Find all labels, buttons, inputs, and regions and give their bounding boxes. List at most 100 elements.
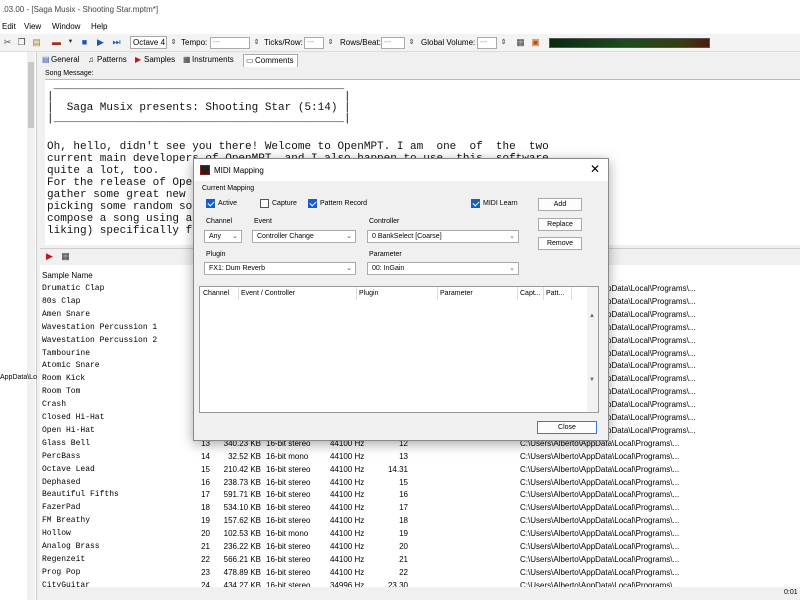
menu-edit[interactable]: Edit	[2, 22, 16, 31]
tree-scroll-thumb[interactable]	[28, 62, 34, 128]
event-select[interactable]: Controller Change ⌄	[252, 230, 356, 243]
pattern-record-checkbox[interactable]	[308, 199, 317, 208]
plugin-select[interactable]: FX1: Dum Reverb ⌄	[204, 262, 356, 275]
midi-learn-checkbox[interactable]	[471, 199, 480, 208]
table-row[interactable]: Dephased 16 238.73 KB 16-bit stereo 44100 Hz…	[40, 476, 800, 489]
table-row[interactable]: PercBass 14 32.52 KB 16-bit mono 44100 Hz 13 C…	[40, 450, 800, 463]
tab-general[interactable]: ▤General	[40, 54, 82, 67]
add-button[interactable]: Add	[538, 198, 582, 211]
table-row[interactable]: Regenzeit 22 566.21 KB 16-bit stereo 44100 H…	[40, 553, 800, 566]
sample-size-cell: 236.22 KB	[223, 542, 261, 551]
stop-icon[interactable]: ■	[79, 37, 90, 48]
mapping-list[interactable]: Channel Event / Controller Plugin Parame…	[199, 286, 599, 413]
table-row[interactable]: Beautiful Fifths 17 591.71 KB 16-bit stereo…	[40, 488, 800, 501]
sound-card-icon[interactable]: ▣	[530, 37, 541, 48]
close-button[interactable]: Close	[537, 421, 597, 434]
music-note-icon: ♫	[88, 55, 94, 64]
editor-tabs: ▤General ♫ Patterns ▶ Samples ▦Instruments…	[40, 53, 800, 67]
tab-patterns[interactable]: ♫ Patterns	[86, 54, 130, 67]
active-checkbox[interactable]	[206, 199, 215, 208]
channel-select[interactable]: Any ⌄	[204, 230, 242, 243]
table-row[interactable]: FM Breathy 19 157.62 KB 16-bit stereo 44100 …	[40, 514, 800, 527]
sample-num-cell: 19	[201, 516, 210, 526]
play-pattern-icon[interactable]: ⏭	[111, 37, 122, 48]
tab-comments[interactable]: ▭Comments	[243, 54, 298, 67]
col-parameter[interactable]: Parameter	[440, 290, 473, 297]
sample-size-cell: 478.89 KB	[223, 567, 261, 577]
comment-icon: ▭	[246, 56, 254, 65]
tempo-spin-icon[interactable]: ⇕	[251, 37, 262, 48]
tab-samples[interactable]: ▶ Samples	[133, 54, 178, 67]
dropdown-arrow-icon[interactable]: ▼	[65, 37, 76, 48]
col-capture[interactable]: Capt...	[520, 290, 541, 297]
menu-help[interactable]: Help	[91, 22, 107, 31]
chevron-down-icon: ⌄	[346, 233, 352, 240]
mapping-list-scrollbar[interactable]: ▲ ▼	[587, 287, 598, 412]
sample-rate-cell: 44100 Hz	[330, 477, 365, 487]
volume-spin-icon[interactable]: ⇕	[498, 37, 509, 48]
remove-button[interactable]: Remove	[538, 237, 582, 250]
parameter-value: 00: InGain	[372, 265, 405, 272]
chevron-down-icon: ⌄	[509, 265, 515, 272]
tab-general-label: General	[51, 55, 80, 64]
sample-rate-cell: 44100 Hz	[330, 451, 365, 461]
rows-beat-field[interactable]: ---	[381, 37, 405, 49]
sample-name-cell: Closed Hi-Hat	[42, 413, 105, 422]
parameter-select[interactable]: 00: InGain ⌄	[367, 262, 519, 275]
table-row[interactable]: Analog Brass 21 236.22 KB 16-bit stereo 4410…	[40, 540, 800, 553]
col-event-controller[interactable]: Event / Controller	[241, 290, 295, 297]
table-row[interactable]: FazerPad 18 534.10 KB 16-bit stereo 44100 Hz…	[40, 501, 800, 514]
sample-rate-cell: 44100 Hz	[330, 516, 365, 526]
tempo-field[interactable]: ---	[210, 37, 250, 49]
sample-num-cell: 16	[201, 477, 210, 487]
sample-size-cell: 157.62 KB	[223, 516, 261, 526]
tab-instruments[interactable]: ▦Instruments	[181, 54, 237, 67]
scroll-up-icon[interactable]: ▲	[589, 313, 595, 319]
copy-icon[interactable]: ❐	[16, 37, 27, 48]
capture-checkbox[interactable]	[260, 199, 269, 208]
message-line: quite a lot, too.	[47, 165, 160, 177]
col-pattern[interactable]: Patt...	[546, 290, 564, 297]
replace-button[interactable]: Replace	[538, 218, 582, 231]
tree-scrollbar[interactable]	[27, 52, 35, 600]
sample-name-header[interactable]: Sample Name	[42, 271, 93, 280]
sample-path-cell: C:\Users\Alberto\AppData\Local\Programs\…	[520, 542, 680, 551]
menu-view[interactable]: View	[24, 22, 41, 31]
table-row[interactable]: Octave Lead 15 210.42 KB 16-bit stereo 44100…	[40, 463, 800, 476]
close-icon[interactable]: ✕	[590, 163, 600, 175]
col-plugin[interactable]: Plugin	[359, 290, 378, 297]
sample-type-cell: 16-bit stereo	[266, 542, 311, 551]
rows-spin-icon[interactable]: ⇕	[406, 37, 417, 48]
octave-selector[interactable]: Octave 4	[130, 36, 167, 49]
table-row[interactable]: Hollow 20 102.53 KB 16-bit mono 44100 Hz 19 C:…	[40, 527, 800, 540]
paste-icon[interactable]: ▤	[31, 37, 42, 48]
sample-path-cell: C:\Users\Alberto\AppData\Local\Programs\…	[520, 490, 680, 500]
global-volume-field[interactable]: ---	[477, 37, 497, 49]
midi-record-icon[interactable]: ▬	[51, 37, 62, 48]
play-icon[interactable]: ▶	[95, 37, 106, 48]
sample-note-cell: 22	[399, 567, 408, 577]
sample-name-cell: Amen Snare	[42, 309, 91, 319]
controller-select[interactable]: 0 BankSelect [Coarse] ⌄	[367, 230, 519, 243]
octave-spin-icon[interactable]: ⇕	[168, 37, 179, 48]
chevron-down-icon: ⌄	[346, 265, 352, 272]
sample-num-cell: 20	[201, 529, 210, 539]
sample-waveform-icon[interactable]: ▶	[44, 251, 55, 262]
menu-window[interactable]: Window	[52, 22, 80, 31]
dialog-title-bar: MIDI Mapping ✕	[194, 159, 608, 181]
tree-view-pane[interactable]: AppData\Lo	[0, 52, 37, 600]
capture-label: Capture	[272, 200, 297, 207]
parameter-label: Parameter	[369, 251, 402, 258]
col-channel[interactable]: Channel	[203, 290, 229, 297]
table-row[interactable]: Prog Pop 23 478.89 KB 16-bit stereo 44100 Hz…	[40, 566, 800, 579]
ticks-spin-icon[interactable]: ⇕	[325, 37, 336, 48]
sample-keyboard-icon[interactable]: ▦	[60, 251, 71, 262]
song-properties-icon[interactable]: ▦	[515, 37, 526, 48]
sample-size-cell: 566.21 KB	[223, 554, 261, 564]
sample-name-cell: Beautiful Fifths	[42, 490, 119, 500]
waveform-icon: ▶	[135, 55, 142, 64]
scroll-down-icon[interactable]: ▼	[589, 377, 595, 383]
sample-path-cell: pData\Local\Programs\...	[607, 284, 696, 293]
ticks-row-field[interactable]: ---	[304, 37, 324, 49]
cut-icon[interactable]: ✂	[2, 37, 13, 48]
